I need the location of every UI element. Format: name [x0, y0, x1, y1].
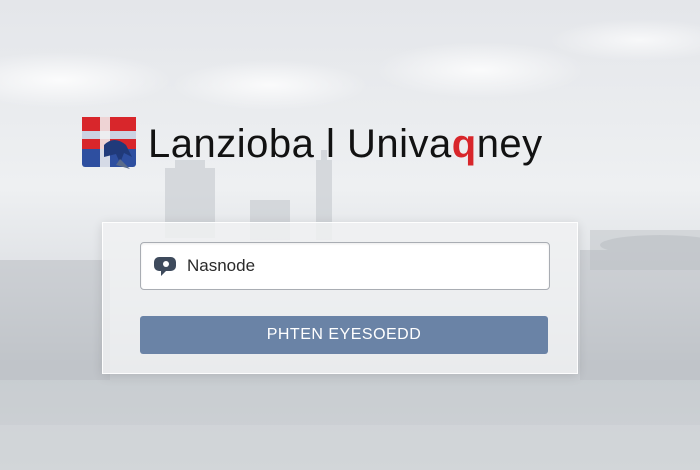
username-field[interactable]: Nasnode: [140, 242, 550, 290]
university-shield-icon: [82, 117, 136, 169]
submit-button-label: PHTEN EYESOEDD: [266, 326, 422, 343]
brand-name-main: Lanzioba l Univa: [148, 121, 452, 166]
user-chat-icon: [154, 257, 176, 276]
brand-name: Lanzioba l Univaqney: [148, 122, 543, 167]
brand-header: Lanzioba l Univaqney: [80, 114, 543, 174]
brand-name-accent: q: [451, 121, 477, 166]
submit-button[interactable]: PHTEN EYESOEDD: [140, 316, 548, 354]
brand-name-tail: ney: [476, 121, 543, 166]
username-value: Nasnode: [187, 256, 256, 275]
